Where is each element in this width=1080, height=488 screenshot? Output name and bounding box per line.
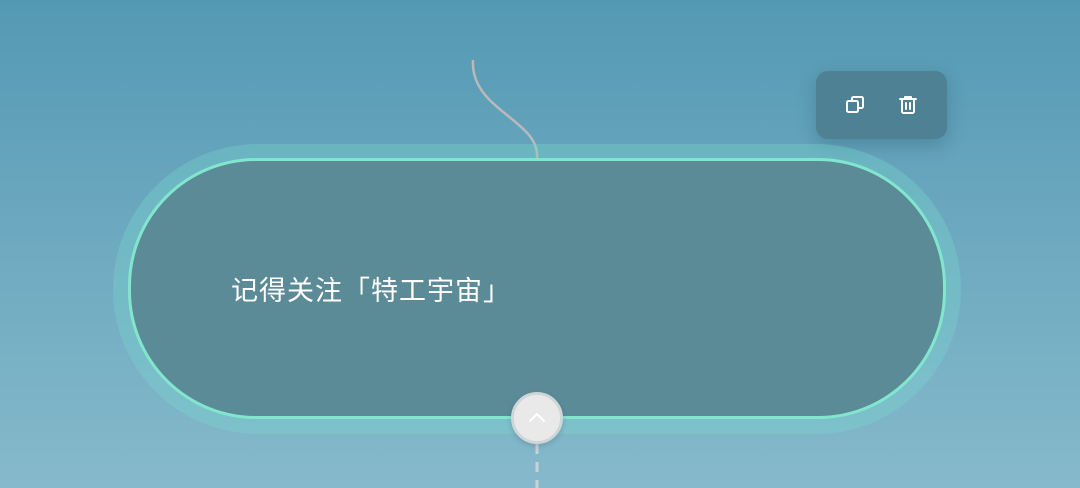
mindmap-canvas[interactable]: 记得关注「特工宇宙」 (0, 0, 1080, 488)
copy-icon (845, 96, 864, 113)
mindmap-node[interactable]: 记得关注「特工宇宙」 (128, 158, 946, 419)
copy-button[interactable] (835, 85, 875, 125)
delete-button[interactable] (888, 85, 928, 125)
collapse-button[interactable] (511, 392, 563, 444)
chevron-up-icon (529, 413, 545, 422)
trash-icon (899, 96, 918, 114)
node-toolbar (816, 71, 947, 139)
node-text[interactable]: 记得关注「特工宇宙」 (231, 269, 511, 308)
